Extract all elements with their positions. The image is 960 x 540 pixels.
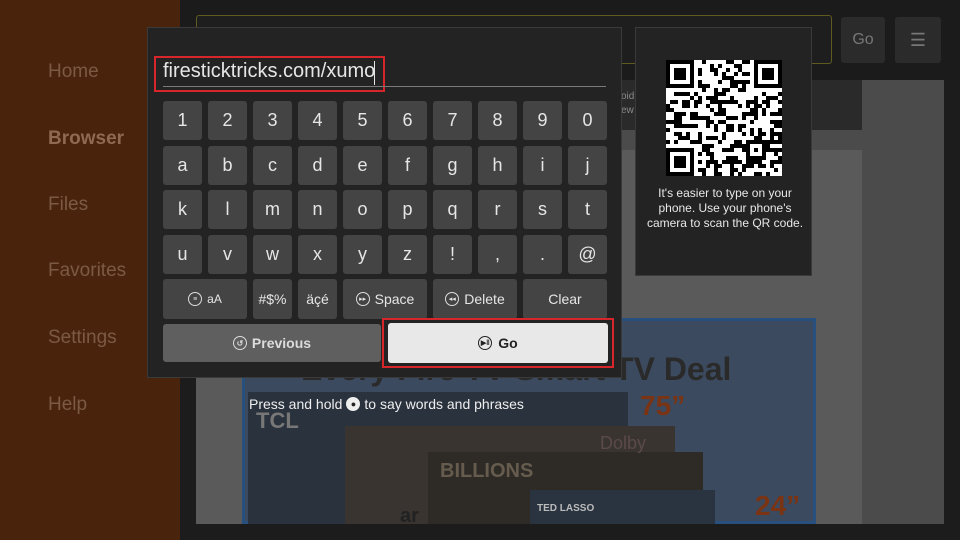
- key[interactable]: q: [433, 190, 472, 229]
- key[interactable]: g: [433, 146, 472, 185]
- key[interactable]: m: [253, 190, 292, 229]
- menu-icon[interactable]: ☰: [895, 17, 941, 63]
- key[interactable]: h: [478, 146, 517, 185]
- key[interactable]: k: [163, 190, 202, 229]
- key[interactable]: c: [253, 146, 292, 185]
- key[interactable]: w: [253, 235, 292, 274]
- web-snippet: oid ew: [621, 90, 634, 118]
- go-highlight: [382, 318, 614, 368]
- key[interactable]: o: [343, 190, 382, 229]
- key[interactable]: y: [343, 235, 382, 274]
- sidebar-item-files[interactable]: Files: [48, 194, 88, 216]
- sidebar-item-home[interactable]: Home: [48, 61, 99, 83]
- banner-dolby-label: Dolby: [600, 433, 647, 453]
- space-label: Space: [374, 291, 415, 307]
- key[interactable]: @: [568, 235, 607, 274]
- text-caret: [374, 61, 375, 85]
- case-toggle-key[interactable]: ≡ aA: [163, 279, 247, 319]
- delete-key[interactable]: ◂◂ Delete: [433, 279, 517, 319]
- url-input[interactable]: firesticktricks.com/xumo: [163, 60, 375, 83]
- key[interactable]: 6: [388, 101, 427, 140]
- symbols-key[interactable]: #$%: [253, 279, 292, 319]
- screen: Home Browser Files Favorites Settings He…: [0, 0, 960, 540]
- key[interactable]: s: [523, 190, 562, 229]
- key[interactable]: d: [298, 146, 337, 185]
- qr-code: [666, 60, 782, 176]
- banner-show-title: TED LASSO: [537, 503, 595, 514]
- key[interactable]: 8: [478, 101, 517, 140]
- delete-label: Delete: [464, 291, 505, 307]
- key[interactable]: u: [163, 235, 202, 274]
- key[interactable]: r: [478, 190, 517, 229]
- key[interactable]: 0: [568, 101, 607, 140]
- key[interactable]: n: [298, 190, 337, 229]
- key[interactable]: 7: [433, 101, 472, 140]
- sidebar-item-settings[interactable]: Settings: [48, 327, 117, 349]
- banner-show-title: BILLIONS: [440, 460, 534, 482]
- sidebar-item-browser[interactable]: Browser: [48, 128, 124, 150]
- previous-label: Previous: [251, 335, 312, 351]
- input-underline: [163, 86, 606, 87]
- key[interactable]: b: [208, 146, 247, 185]
- toolbar-go-button[interactable]: Go: [841, 17, 885, 63]
- previous-button[interactable]: ↺ Previous: [163, 324, 381, 362]
- key[interactable]: 9: [523, 101, 562, 140]
- key[interactable]: l: [208, 190, 247, 229]
- key[interactable]: 4: [298, 101, 337, 140]
- key[interactable]: 1: [163, 101, 202, 140]
- key[interactable]: .: [523, 235, 562, 274]
- banner-text: ar: [400, 505, 419, 527]
- web-snippet-line: oid: [621, 91, 635, 102]
- key[interactable]: ,: [478, 235, 517, 274]
- key[interactable]: !: [433, 235, 472, 274]
- key[interactable]: j: [568, 146, 607, 185]
- banner-size-label: 75”: [640, 390, 686, 421]
- sidebar-item-help[interactable]: Help: [48, 394, 87, 416]
- voice-hint: Press and hold ● to say words and phrase…: [249, 396, 524, 412]
- key[interactable]: p: [388, 190, 427, 229]
- key[interactable]: t: [568, 190, 607, 229]
- space-key[interactable]: ▸▸ Space: [343, 279, 427, 319]
- key[interactable]: f: [388, 146, 427, 185]
- rewind-icon: ◂◂: [445, 292, 460, 306]
- key[interactable]: v: [208, 235, 247, 274]
- fast-forward-icon: ▸▸: [355, 292, 370, 306]
- sidebar-item-favorites[interactable]: Favorites: [48, 260, 126, 282]
- web-snippet-line: ew: [621, 105, 634, 116]
- menu-button-icon: ≡: [188, 292, 203, 306]
- key[interactable]: x: [298, 235, 337, 274]
- clear-key[interactable]: Clear: [523, 279, 607, 319]
- microphone-icon: ●: [346, 397, 361, 411]
- accents-key[interactable]: äçé: [298, 279, 337, 319]
- key[interactable]: 2: [208, 101, 247, 140]
- key[interactable]: 3: [253, 101, 292, 140]
- key[interactable]: 5: [343, 101, 382, 140]
- case-toggle-label: aA: [207, 292, 222, 306]
- qr-instructions: It's easier to type on your phone. Use y…: [646, 186, 804, 230]
- key[interactable]: z: [388, 235, 427, 274]
- back-icon: ↺: [232, 336, 247, 350]
- hint-text: to say words and phrases: [364, 396, 524, 412]
- hint-text: Press and hold: [249, 396, 343, 412]
- key[interactable]: i: [523, 146, 562, 185]
- key[interactable]: a: [163, 146, 202, 185]
- key[interactable]: e: [343, 146, 382, 185]
- banner-size-label: 24”: [755, 490, 801, 521]
